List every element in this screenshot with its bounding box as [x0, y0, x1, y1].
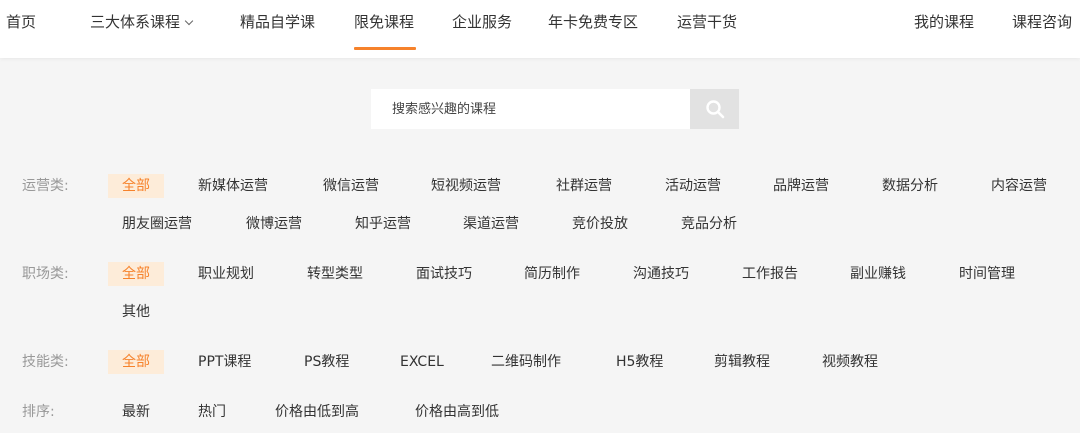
- tag-operations[interactable]: 渠道运营: [463, 214, 519, 234]
- sort-option[interactable]: 热门: [198, 402, 226, 422]
- tag-operations[interactable]: 短视频运营: [431, 176, 501, 196]
- tag-operations[interactable]: 新媒体运营: [198, 176, 268, 196]
- tag-career[interactable]: 转型类型: [307, 264, 363, 284]
- top-navigation: 首页 三大体系课程 精品自学课 限免课程 企业服务 年卡免费专区 运营干货 我的…: [0, 0, 1080, 58]
- tag-operations[interactable]: 社群运营: [556, 176, 612, 196]
- tag-career[interactable]: 时间管理: [959, 264, 1015, 284]
- nav-free-courses[interactable]: 限免课程: [354, 11, 414, 33]
- tag-operations[interactable]: 知乎运营: [355, 214, 411, 234]
- tag-career[interactable]: 副业赚钱: [850, 264, 906, 284]
- search-button[interactable]: [690, 89, 739, 129]
- tag-operations[interactable]: 数据分析: [882, 176, 938, 196]
- tag-skills[interactable]: H5教程: [616, 352, 663, 372]
- tag-skills[interactable]: 剪辑教程: [714, 352, 770, 372]
- tag-operations[interactable]: 朋友圈运营: [122, 214, 192, 234]
- sort-option[interactable]: 价格由低到高: [275, 402, 359, 422]
- tag-skills[interactable]: PS教程: [304, 352, 349, 372]
- active-tab-indicator: [354, 47, 416, 50]
- tag-career[interactable]: 职业规划: [198, 264, 254, 284]
- tag-skills[interactable]: PPT课程: [198, 352, 251, 372]
- filter-label-career: 职场类:: [22, 266, 69, 282]
- tag-career[interactable]: 工作报告: [742, 264, 798, 284]
- tag-operations[interactable]: 竞品分析: [681, 214, 737, 234]
- nav-home[interactable]: 首页: [6, 11, 36, 33]
- tag-operations[interactable]: 活动运营: [665, 176, 721, 196]
- tag-operations[interactable]: 微博运营: [246, 214, 302, 234]
- nav-systems[interactable]: 三大体系课程: [90, 11, 194, 33]
- tag-operations[interactable]: 内容运营: [991, 176, 1047, 196]
- filter-label-skills: 技能类:: [22, 354, 69, 370]
- tag-operations-all[interactable]: 全部: [108, 174, 164, 198]
- sort-option[interactable]: 最新: [122, 402, 150, 422]
- sort-option[interactable]: 价格由高到低: [415, 402, 499, 422]
- tag-career[interactable]: 其他: [122, 302, 150, 322]
- tag-career[interactable]: 简历制作: [524, 264, 580, 284]
- filter-label-sort: 排序:: [22, 404, 55, 420]
- tag-skills[interactable]: 二维码制作: [491, 352, 561, 372]
- filter-label-operations: 运营类:: [22, 178, 69, 194]
- tag-skills[interactable]: 视频教程: [822, 352, 878, 372]
- tag-skills[interactable]: EXCEL: [400, 352, 444, 372]
- search-icon: [706, 100, 725, 119]
- nav-annual[interactable]: 年卡免费专区: [548, 11, 638, 33]
- search-box: [371, 89, 690, 129]
- tag-operations[interactable]: 品牌运营: [773, 176, 829, 196]
- nav-enterprise[interactable]: 企业服务: [452, 11, 512, 33]
- nav-selfstudy[interactable]: 精品自学课: [240, 11, 315, 33]
- tag-career-all[interactable]: 全部: [108, 262, 164, 286]
- search-input[interactable]: [371, 89, 690, 129]
- nav-consult[interactable]: 课程咨询: [1012, 11, 1072, 33]
- nav-systems-label: 三大体系课程: [90, 13, 181, 31]
- chevron-down-icon: [184, 16, 194, 26]
- nav-ops[interactable]: 运营干货: [677, 11, 737, 33]
- tag-operations[interactable]: 竞价投放: [572, 214, 628, 234]
- nav-my-courses[interactable]: 我的课程: [914, 11, 974, 33]
- tag-skills-all[interactable]: 全部: [108, 350, 164, 374]
- tag-career[interactable]: 沟通技巧: [633, 264, 689, 284]
- tag-operations[interactable]: 微信运营: [323, 176, 379, 196]
- tag-career[interactable]: 面试技巧: [416, 264, 472, 284]
